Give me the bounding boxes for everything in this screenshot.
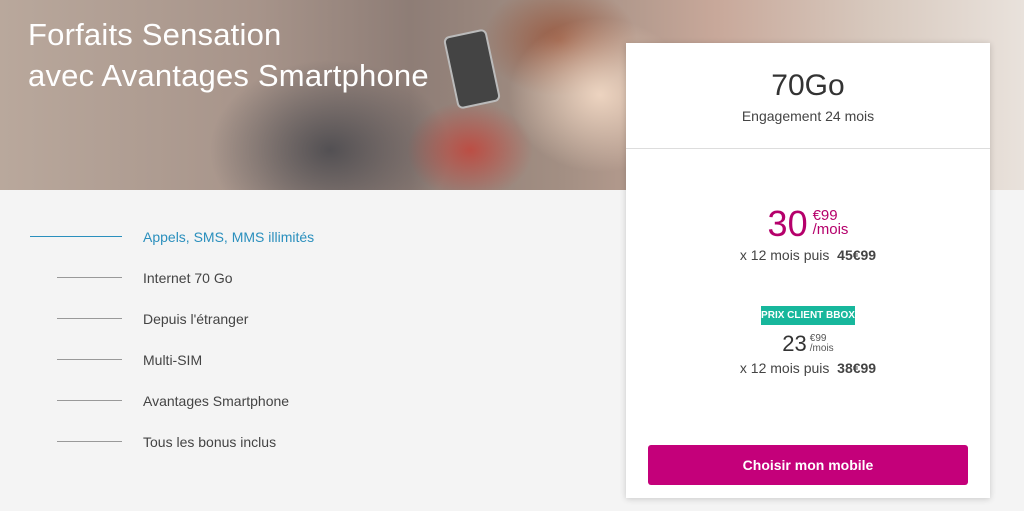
feature-list: Appels, SMS, MMS illimités Internet 70 G… — [0, 215, 600, 461]
duration-prefix: x 12 mois puis — [739, 247, 830, 263]
feature-item-bonus[interactable]: Tous les bonus inclus — [0, 420, 600, 461]
feature-label: Internet 70 Go — [143, 270, 233, 286]
duration-prefix: x 12 mois puis — [739, 360, 830, 376]
feature-indicator-line — [30, 236, 122, 237]
client-price-block: 23 €99 /mois x 12 mois puis 38€99 — [626, 331, 990, 377]
engagement-text: Engagement 24 mois — [741, 108, 875, 124]
title-line-2: avec Avantages Smartphone — [28, 58, 429, 93]
feature-label: Depuis l'étranger — [143, 311, 249, 327]
feature-item-smartphone-advantages[interactable]: Avantages Smartphone — [0, 379, 600, 420]
feature-item-internet[interactable]: Internet 70 Go — [0, 256, 600, 297]
feature-item-multisim[interactable]: Multi-SIM — [0, 338, 600, 379]
offer-card: 70Go Engagement 24 mois 30 €99 /mois x 1… — [626, 43, 990, 498]
feature-label: Tous les bonus inclus — [143, 434, 277, 450]
feature-indicator-line — [57, 318, 122, 319]
title-line-1: Forfaits Sensation — [28, 17, 282, 52]
client-price-duration: x 12 mois puis 38€99 — [626, 360, 990, 376]
price-integer: 30 — [767, 203, 808, 244]
page-title: Forfaits Sensation avec Avantages Smartp… — [28, 14, 429, 96]
after-price: 38€99 — [837, 360, 877, 376]
price-block: 30 €99 /mois x 12 mois puis 45€99 — [626, 203, 990, 264]
smartphone-photo — [442, 28, 502, 110]
choose-mobile-button[interactable]: Choisir mon mobile — [648, 445, 968, 485]
feature-item-calls[interactable]: Appels, SMS, MMS illimités — [0, 215, 600, 256]
client-price-period: /mois — [809, 343, 834, 354]
feature-indicator-line — [57, 441, 122, 442]
price-period: /mois — [812, 221, 849, 238]
feature-label: Appels, SMS, MMS illimités — [143, 229, 315, 245]
feature-indicator-line — [57, 400, 122, 401]
feature-item-roaming[interactable]: Depuis l'étranger — [0, 297, 600, 338]
client-badge: PRIX CLIENT BBOX — [761, 306, 855, 325]
feature-indicator-line — [57, 359, 122, 360]
feature-label: Multi-SIM — [143, 352, 203, 368]
client-price-integer: 23 — [782, 331, 807, 356]
feature-label: Avantages Smartphone — [143, 393, 290, 409]
after-price: 45€99 — [837, 247, 877, 263]
plan-name: 70Go — [771, 69, 845, 102]
price-duration: x 12 mois puis 45€99 — [626, 247, 990, 263]
offer-header: 70Go Engagement 24 mois — [626, 43, 990, 149]
feature-indicator-line — [57, 277, 122, 278]
